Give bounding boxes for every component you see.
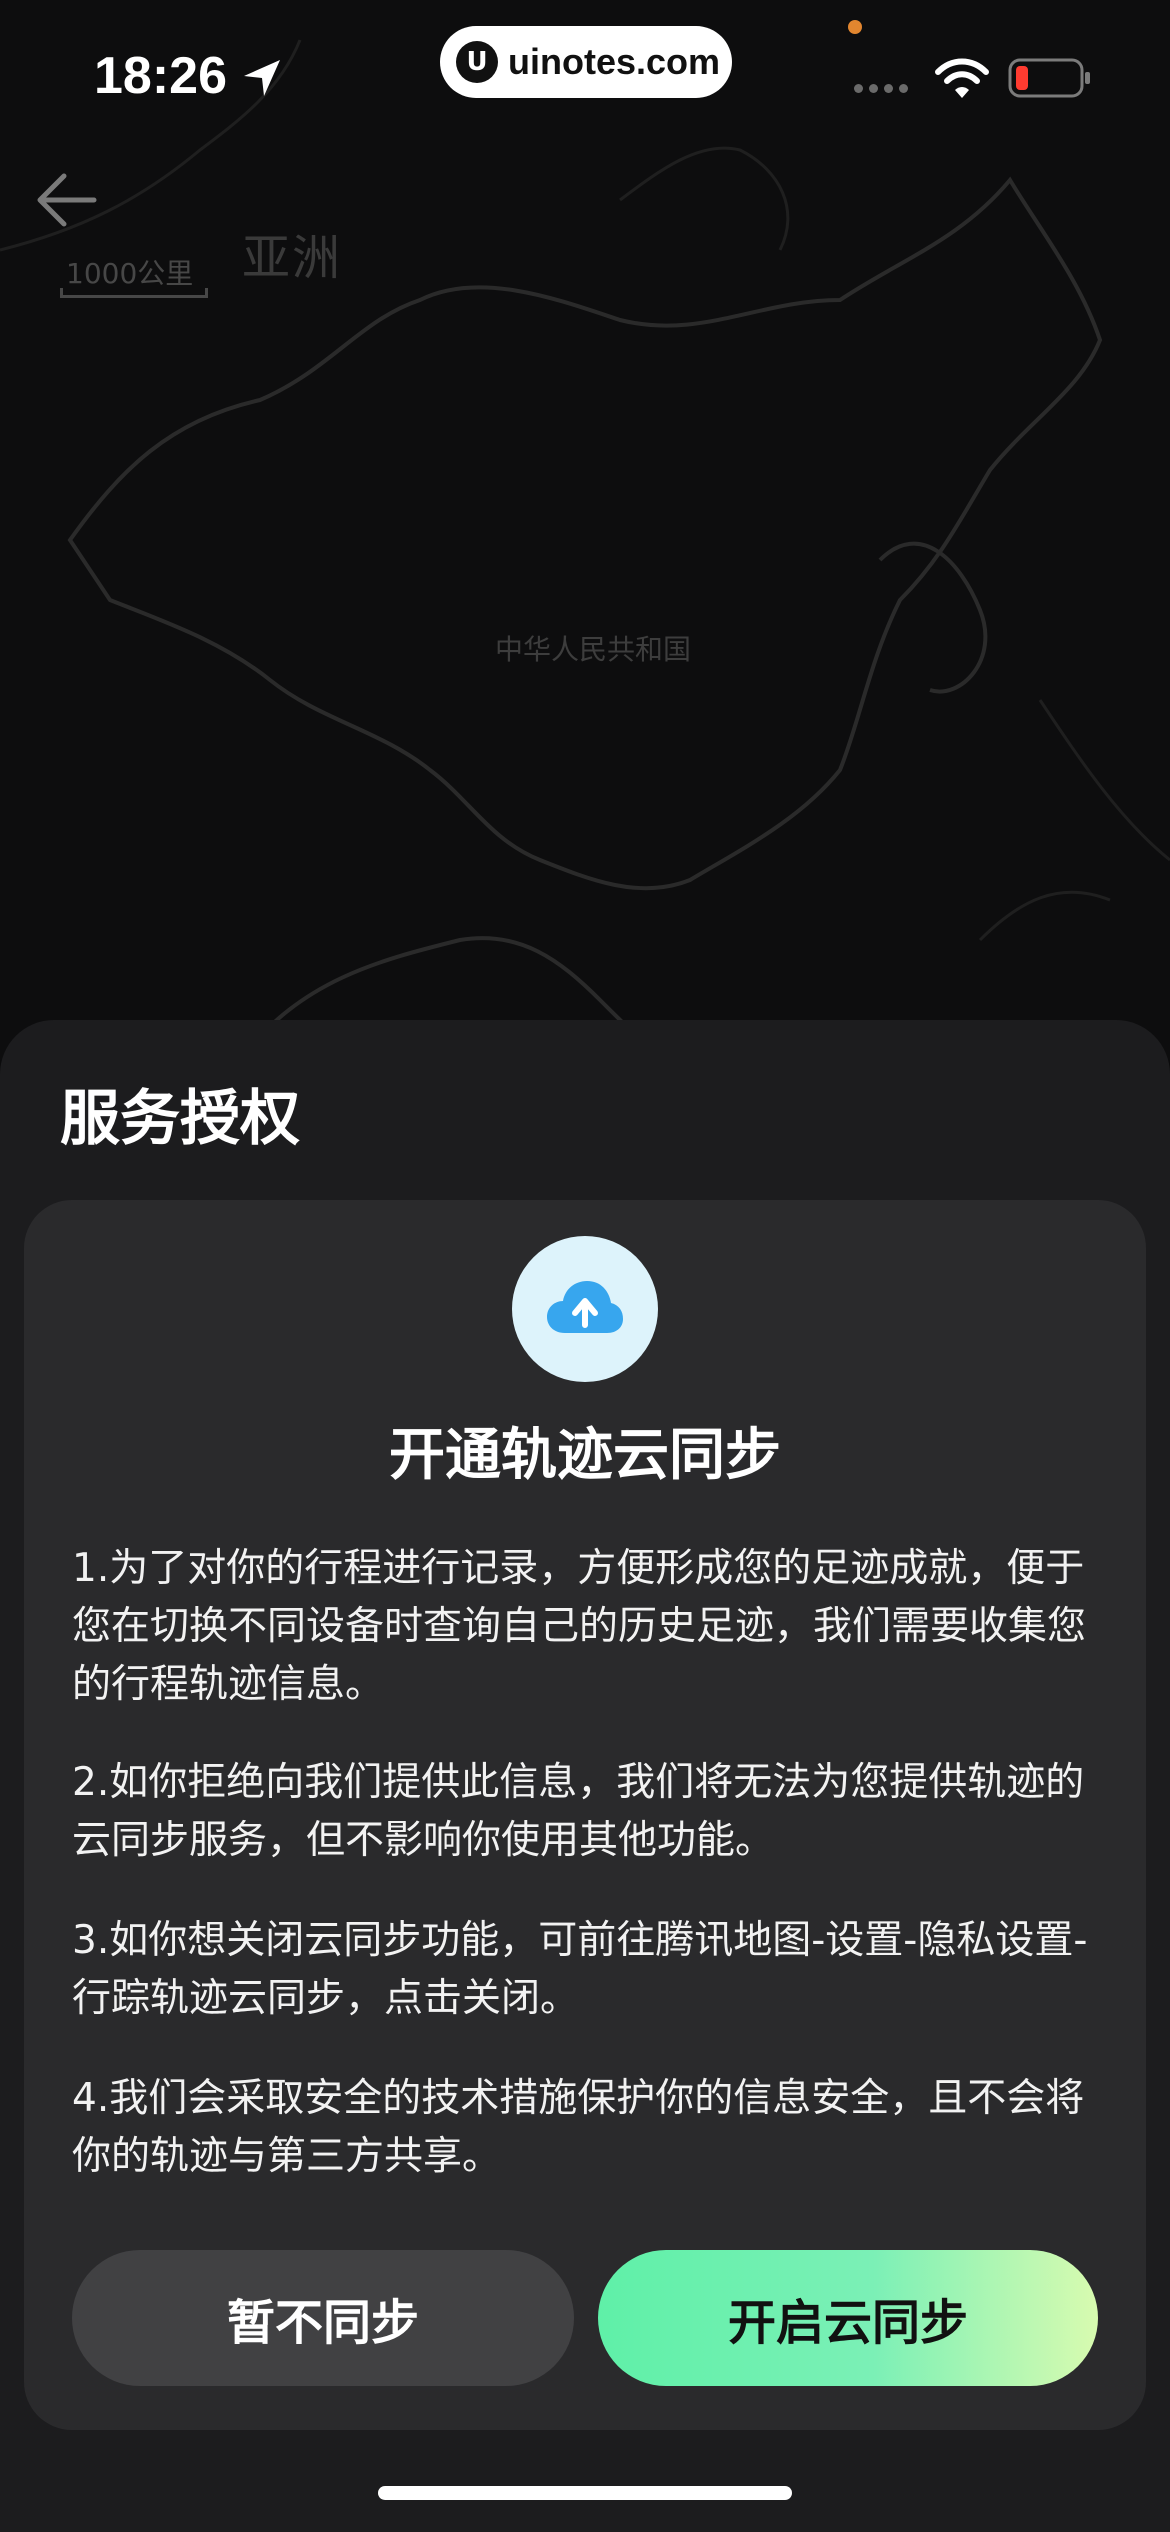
continent-label: 亚洲: [242, 230, 343, 286]
sheet-title: 服务授权: [60, 1084, 300, 1154]
scale-bar: [60, 288, 208, 298]
map-view[interactable]: 亚洲 中华人民共和国 1000公里: [0, 0, 1170, 1060]
location-arrow-icon: [244, 60, 280, 96]
back-button[interactable]: [30, 170, 106, 246]
terms-paragraph-1: 1.为了对你的行程进行记录，方便形成您的足迹成就，便于您在切换不同设备时查询自己…: [72, 1546, 1087, 1707]
map-scale: 1000公里: [60, 252, 210, 302]
status-time: 18:26: [94, 47, 227, 105]
scale-label: 1000公里: [66, 257, 194, 290]
enable-cloud-sync-button[interactable]: 开启云同步: [598, 2250, 1098, 2386]
country-label: 中华人民共和国: [495, 633, 692, 666]
wifi-icon: [935, 58, 989, 98]
url-pill[interactable]: U uinotes.com: [440, 26, 732, 98]
map-outline: [0, 39, 1170, 1060]
battery-low-icon: [1008, 58, 1090, 98]
home-indicator[interactable]: [378, 2486, 792, 2500]
cloud-badge: [512, 1236, 658, 1382]
arrow-left-icon: [37, 173, 97, 227]
status-bar: 18:26 U uinotes.com: [0, 0, 1170, 140]
authorization-card: 开通轨迹云同步 1.为了对你的行程进行记录，方便形成您的足迹成就，便于您在切换不…: [24, 1200, 1146, 2430]
terms-paragraph-3: 3.如你想关闭云同步功能，可前往腾讯地图-设置-隐私设置-行踪轨迹云同步，点击关…: [72, 1918, 1088, 2021]
decline-sync-button[interactable]: 暂不同步: [72, 2250, 574, 2386]
url-text: uinotes.com: [508, 41, 721, 82]
privacy-indicator-dot: [848, 20, 862, 34]
service-authorization-sheet: 服务授权 开通轨迹云同步 1.为了对你的行程进行记录，方便形成您的足迹成就，便于…: [0, 1020, 1170, 2532]
cloud-upload-icon: [547, 1281, 623, 1333]
cellular-signal-icon: [854, 84, 908, 93]
terms-paragraph-4: 4.我们会采取安全的技术措施保护你的信息安全，且不会将你的轨迹与第三方共享。: [72, 2076, 1085, 2179]
site-logo: U: [456, 41, 498, 83]
card-title: 开通轨迹云同步: [389, 1423, 781, 1488]
terms-paragraph-2: 2.如你拒绝向我们提供此信息，我们将无法为您提供轨迹的云同步服务，但不影响你使用…: [72, 1760, 1085, 1863]
